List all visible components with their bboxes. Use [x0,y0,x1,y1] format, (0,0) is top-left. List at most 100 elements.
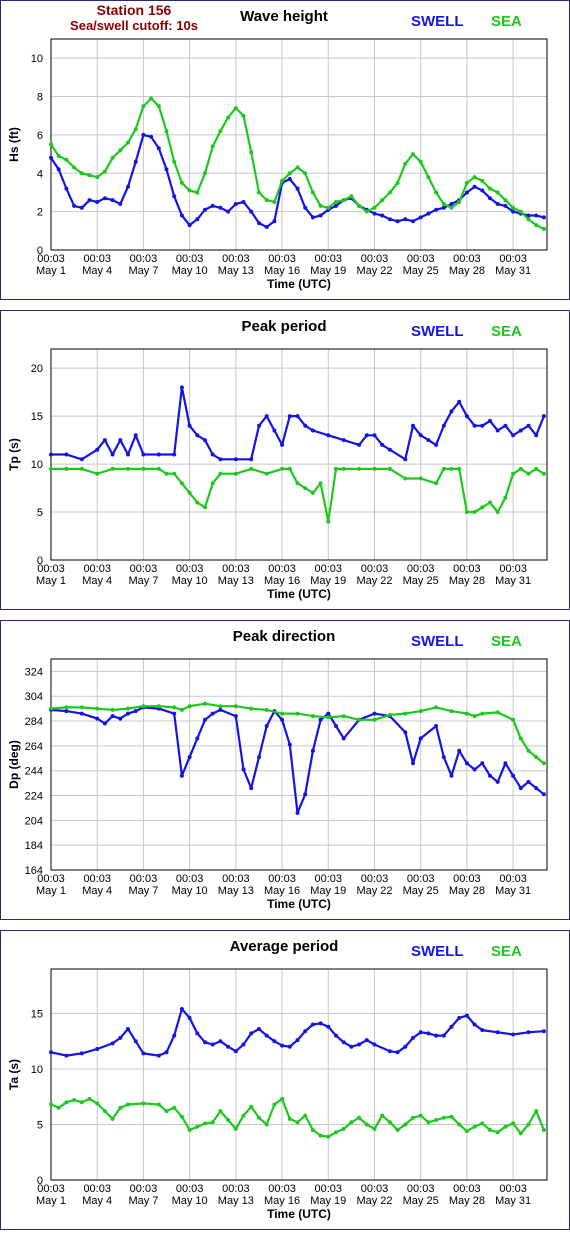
x-tick-time: 00:03 [453,873,481,885]
x-tick-time: 00:03 [222,563,250,575]
data-point-sea [56,1105,61,1110]
data-point-swell [526,779,531,784]
x-tick-date: May 7 [128,885,158,897]
data-point-sea [434,1118,439,1122]
data-point-sea [441,1115,446,1120]
data-point-sea [303,171,308,176]
data-point-sea [49,466,53,471]
data-point-sea [434,190,439,195]
data-point-sea [434,481,439,486]
data-point-swell [249,457,254,462]
data-point-sea [226,1118,231,1122]
data-point-sea [426,1120,431,1125]
panel-peak-period: 0 5 10 15 20 00:03 May 1 00:03 May 4 00:03 May 7 00… [0,310,570,610]
data-point-sea [218,1109,223,1114]
data-point-swell [79,205,84,210]
x-tick-date: May 31 [495,265,531,277]
x-tick-date: May 10 [172,575,208,587]
data-point-sea [287,1116,292,1121]
data-point-swell [172,452,177,457]
data-point-swell [133,433,138,438]
legend-swell: SWELL [411,13,464,30]
data-point-sea [257,190,261,195]
data-point-swell [79,711,84,716]
data-point-swell [264,225,269,229]
data-point-sea [488,1128,492,1132]
data-point-swell [364,433,369,438]
data-point-swell [64,709,69,714]
data-point-swell [64,1053,69,1058]
data-point-swell [334,1033,338,1038]
data-point-swell [418,736,423,741]
x-tick-time: 00:03 [315,253,343,265]
data-point-swell [541,792,546,797]
y-axis-label: Dp (deg) [7,740,21,789]
x-tick-date: May 28 [449,265,485,277]
data-point-sea [403,1122,408,1127]
data-point-sea [318,203,323,208]
x-tick-date: May 25 [403,575,439,587]
data-point-swell [156,146,161,151]
y-axis-label: Tp (s) [7,438,21,471]
data-point-sea [357,466,362,471]
data-point-sea [87,173,92,178]
x-tick-date: May 25 [403,885,439,897]
data-point-swell [126,1027,130,1031]
data-point-swell [426,1031,431,1036]
data-point-swell [318,213,323,218]
data-point-sea [95,471,100,476]
data-point-sea [272,1102,277,1107]
data-point-swell [310,215,315,220]
x-tick-date: May 31 [495,885,531,897]
data-point-swell [403,217,408,222]
x-tick-date: May 22 [356,885,392,897]
x-tick-date: May 28 [449,575,485,587]
data-point-swell [480,761,485,766]
data-point-swell [126,452,130,457]
data-point-sea [457,200,462,204]
data-point-sea [164,1109,169,1114]
chart-title: Peak direction [233,628,336,645]
x-tick-time: 00:03 [453,1183,481,1195]
legend-swell: SWELL [411,323,464,340]
data-point-swell [488,773,492,778]
data-point-swell [203,207,207,212]
y-tick-label: 15 [31,1008,43,1020]
data-point-swell [518,786,523,791]
data-point-sea [187,490,192,495]
data-point-sea [141,466,146,471]
x-tick-time: 00:03 [176,253,204,265]
x-axis-label: Time (UTC) [267,897,331,911]
x-tick-time: 00:03 [176,873,204,885]
data-point-swell [488,418,492,423]
data-point-sea [511,471,516,476]
data-point-swell [118,716,123,721]
chart-peak-direction: 16418420422424426428430432400:03May 100:… [7,628,548,911]
data-point-swell [249,209,254,214]
plot-area [50,348,548,561]
x-tick-time: 00:03 [130,253,158,265]
legend-swell: SWELL [411,633,464,650]
x-tick-date: May 1 [36,575,66,587]
data-point-swell [526,423,531,428]
plot-area [50,968,548,1181]
panel-average-period: 0 5 10 15 00:03 May 1 00:03 May 4 00:03 May 7 00:0… [0,930,570,1230]
data-point-sea [464,510,469,514]
data-point-sea [372,205,377,210]
data-point-sea [210,1120,215,1125]
data-point-swell [126,711,130,716]
data-point-swell [187,755,192,760]
data-point-sea [349,1120,354,1125]
data-point-sea [110,707,115,712]
data-point-swell [102,196,107,201]
data-point-swell [133,709,138,714]
data-point-sea [303,1113,308,1118]
data-point-swell [95,716,100,721]
data-point-swell [102,438,107,443]
y-tick-label: 304 [25,691,43,703]
data-point-sea [326,205,331,210]
data-point-sea [472,510,477,514]
data-point-swell [449,409,454,414]
data-point-swell [518,428,523,433]
data-point-sea [357,203,362,208]
